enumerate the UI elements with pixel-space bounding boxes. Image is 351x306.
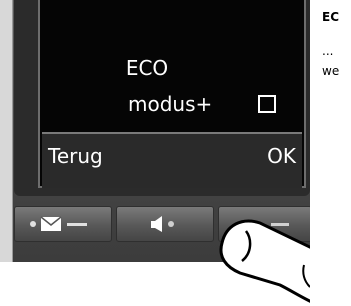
phone-side-edge <box>0 0 13 262</box>
pressing-finger-illustration <box>219 219 310 303</box>
eco-mode-checkbox[interactable] <box>258 95 276 113</box>
softkey-bar: Terug OK <box>42 132 302 188</box>
message-envelope-icon <box>15 207 111 241</box>
description-line: we <box>322 64 340 78</box>
option-label: modus+ <box>128 92 213 116</box>
speaker-icon <box>117 207 213 241</box>
side-description-panel: EC ... we <box>322 0 351 306</box>
screen-title: ECO <box>125 56 169 80</box>
phone-display: ECO modus+ Terug OK <box>38 0 306 188</box>
description-line: ... <box>322 44 334 58</box>
softkey-back[interactable]: Terug <box>48 144 103 168</box>
screen-bezel: ECO modus+ Terug OK <box>14 0 310 196</box>
phone-device: ECO modus+ Terug OK <box>0 0 310 306</box>
softkey-ok[interactable]: OK <box>267 144 296 168</box>
description-heading: EC <box>322 10 340 24</box>
left-softkey-button[interactable] <box>14 206 112 242</box>
